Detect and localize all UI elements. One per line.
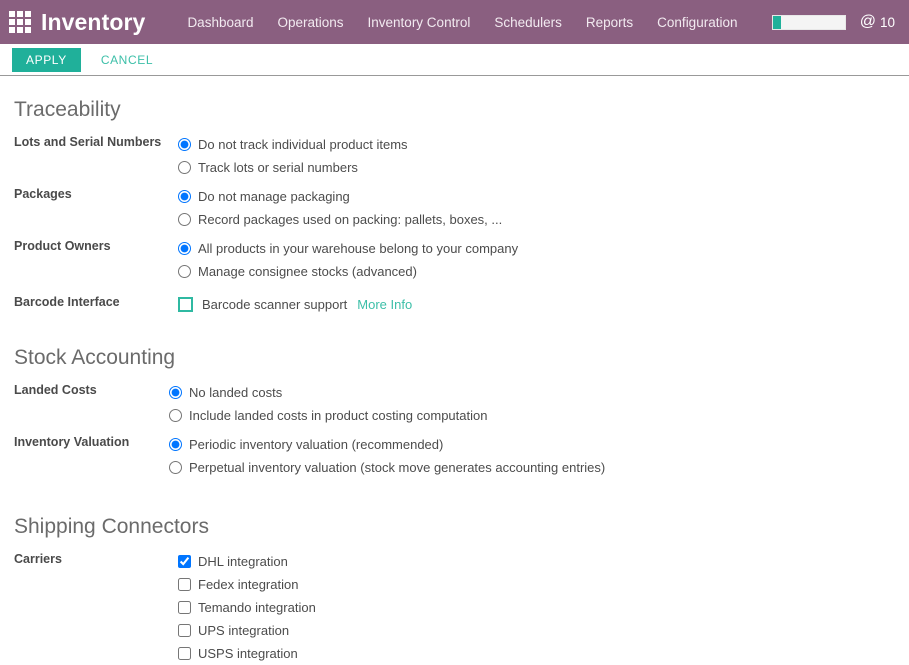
option-label[interactable]: Record packages used on packing: pallets… bbox=[198, 208, 502, 231]
setting-row-carriers: Carriers DHL integration Fedex integrati… bbox=[14, 550, 895, 665]
radio-input[interactable] bbox=[169, 438, 182, 452]
option-include-landed-costs[interactable]: Include landed costs in product costing … bbox=[169, 404, 895, 427]
progress-bar[interactable] bbox=[771, 14, 846, 30]
setting-label: Inventory Valuation bbox=[14, 435, 130, 450]
option-ups-integration[interactable]: UPS integration bbox=[178, 619, 895, 642]
option-label[interactable]: Do not manage packaging bbox=[198, 185, 350, 208]
option-label[interactable]: UPS integration bbox=[198, 619, 289, 642]
option-label[interactable]: Track lots or serial numbers bbox=[198, 156, 358, 179]
action-toolbar: APPLY CANCEL bbox=[0, 44, 909, 76]
top-bar-right-area: @ 10 bbox=[771, 14, 899, 30]
setting-label: Barcode Interface bbox=[14, 295, 120, 310]
option-do-not-manage-packaging[interactable]: Do not manage packaging bbox=[178, 185, 895, 208]
option-perpetual-inventory-valuation[interactable]: Perpetual inventory valuation (stock mov… bbox=[169, 456, 895, 479]
option-label[interactable]: Periodic inventory valuation (recommende… bbox=[189, 433, 443, 456]
radio-input[interactable] bbox=[169, 386, 182, 400]
section-title-traceability: Traceability bbox=[14, 98, 121, 121]
option-no-landed-costs[interactable]: No landed costs bbox=[169, 381, 895, 404]
radio-input[interactable] bbox=[178, 190, 191, 204]
app-title[interactable]: Inventory bbox=[41, 9, 145, 36]
option-label[interactable]: Include landed costs in product costing … bbox=[189, 404, 487, 427]
option-label[interactable]: DHL integration bbox=[198, 550, 288, 573]
checkbox-input[interactable] bbox=[178, 601, 191, 615]
option-label[interactable]: Fedex integration bbox=[198, 573, 298, 596]
option-all-products-belong-to-your-company[interactable]: All products in your warehouse belong to… bbox=[178, 237, 895, 260]
menu-item-configuration[interactable]: Configuration bbox=[645, 9, 749, 36]
option-label[interactable]: Do not track individual product items bbox=[198, 133, 408, 156]
option-do-not-track-individual-product-items[interactable]: Do not track individual product items bbox=[178, 133, 895, 156]
setting-options: Barcode scanner support More Info bbox=[178, 293, 895, 316]
option-dhl-integration[interactable]: DHL integration bbox=[178, 550, 895, 573]
option-label[interactable]: Perpetual inventory valuation (stock mov… bbox=[189, 456, 605, 479]
section-title-shipping-connectors: Shipping Connectors bbox=[14, 515, 209, 539]
radio-input[interactable] bbox=[178, 213, 191, 227]
checkbox-input[interactable] bbox=[178, 624, 191, 638]
option-label[interactable]: Manage consignee stocks (advanced) bbox=[198, 260, 417, 283]
setting-label: Landed Costs bbox=[14, 383, 97, 398]
setting-options: Periodic inventory valuation (recommende… bbox=[169, 433, 895, 479]
option-label[interactable]: Temando integration bbox=[198, 596, 316, 619]
option-periodic-inventory-valuation[interactable]: Periodic inventory valuation (recommende… bbox=[169, 433, 895, 456]
option-label[interactable]: Barcode scanner support bbox=[202, 297, 347, 312]
option-barcode-scanner-support[interactable]: Barcode scanner support More Info bbox=[178, 293, 895, 316]
setting-label: Carriers bbox=[14, 552, 62, 567]
setting-label: Packages bbox=[14, 187, 72, 202]
setting-options: No landed costs Include landed costs in … bbox=[169, 381, 895, 427]
radio-input[interactable] bbox=[178, 265, 191, 279]
radio-input[interactable] bbox=[169, 409, 182, 423]
setting-options: DHL integration Fedex integration Temand… bbox=[178, 550, 895, 665]
radio-input[interactable] bbox=[178, 161, 191, 175]
apps-grid-icon[interactable] bbox=[7, 9, 33, 35]
option-track-lots-or-serial-numbers[interactable]: Track lots or serial numbers bbox=[178, 156, 895, 179]
setting-options: All products in your warehouse belong to… bbox=[178, 237, 895, 283]
option-fedex-integration[interactable]: Fedex integration bbox=[178, 573, 895, 596]
setting-row-barcode-interface: Barcode Interface Barcode scanner suppor… bbox=[14, 289, 895, 316]
at-icon: @ bbox=[859, 13, 876, 30]
menu-item-inventory-control[interactable]: Inventory Control bbox=[356, 9, 483, 36]
setting-label: Lots and Serial Numbers bbox=[14, 135, 162, 150]
main-menu: Dashboard Operations Inventory Control S… bbox=[175, 9, 771, 36]
menu-item-schedulers[interactable]: Schedulers bbox=[482, 9, 574, 36]
setting-row-inventory-valuation: Inventory Valuation Periodic inventory v… bbox=[14, 433, 895, 479]
radio-input[interactable] bbox=[169, 461, 182, 475]
option-record-packages-used-on-packing[interactable]: Record packages used on packing: pallets… bbox=[178, 208, 895, 231]
cancel-button[interactable]: CANCEL bbox=[89, 48, 165, 72]
menu-item-dashboard[interactable]: Dashboard bbox=[175, 9, 265, 36]
setting-label: Product Owners bbox=[14, 239, 111, 254]
more-info-link[interactable]: More Info bbox=[357, 297, 412, 312]
user-menu-label: 10 bbox=[879, 14, 895, 30]
menu-item-reports[interactable]: Reports bbox=[574, 9, 645, 36]
checkbox-input[interactable] bbox=[178, 647, 191, 661]
radio-input[interactable] bbox=[178, 242, 191, 256]
barcode-scanner-checkbox[interactable] bbox=[178, 297, 193, 313]
top-navigation-bar: Inventory Dashboard Operations Inventory… bbox=[0, 0, 909, 44]
menu-item-operations[interactable]: Operations bbox=[265, 9, 355, 36]
checkbox-input[interactable] bbox=[178, 555, 191, 569]
setting-row-landed-costs: Landed Costs No landed costs Include lan… bbox=[14, 381, 895, 427]
settings-content: Traceability Lots and Serial Numbers Do … bbox=[0, 98, 909, 665]
option-label[interactable]: No landed costs bbox=[189, 381, 282, 404]
section-title-stock-accounting: Stock Accounting bbox=[14, 346, 176, 370]
setting-options: Do not manage packaging Record packages … bbox=[178, 185, 895, 231]
checkbox-input[interactable] bbox=[178, 578, 191, 592]
setting-row-product-owners: Product Owners All products in your ware… bbox=[14, 237, 895, 283]
option-temando-integration[interactable]: Temando integration bbox=[178, 596, 895, 619]
option-manage-consignee-stocks[interactable]: Manage consignee stocks (advanced) bbox=[178, 260, 895, 283]
radio-input[interactable] bbox=[178, 138, 191, 152]
setting-row-lots-and-serial-numbers: Lots and Serial Numbers Do not track ind… bbox=[14, 133, 895, 179]
setting-options: Do not track individual product items Tr… bbox=[178, 133, 895, 179]
apply-button[interactable]: APPLY bbox=[12, 47, 81, 72]
user-menu[interactable]: @ 10 bbox=[860, 14, 895, 30]
option-label[interactable]: All products in your warehouse belong to… bbox=[198, 237, 518, 260]
setting-row-packages: Packages Do not manage packaging Record … bbox=[14, 185, 895, 231]
